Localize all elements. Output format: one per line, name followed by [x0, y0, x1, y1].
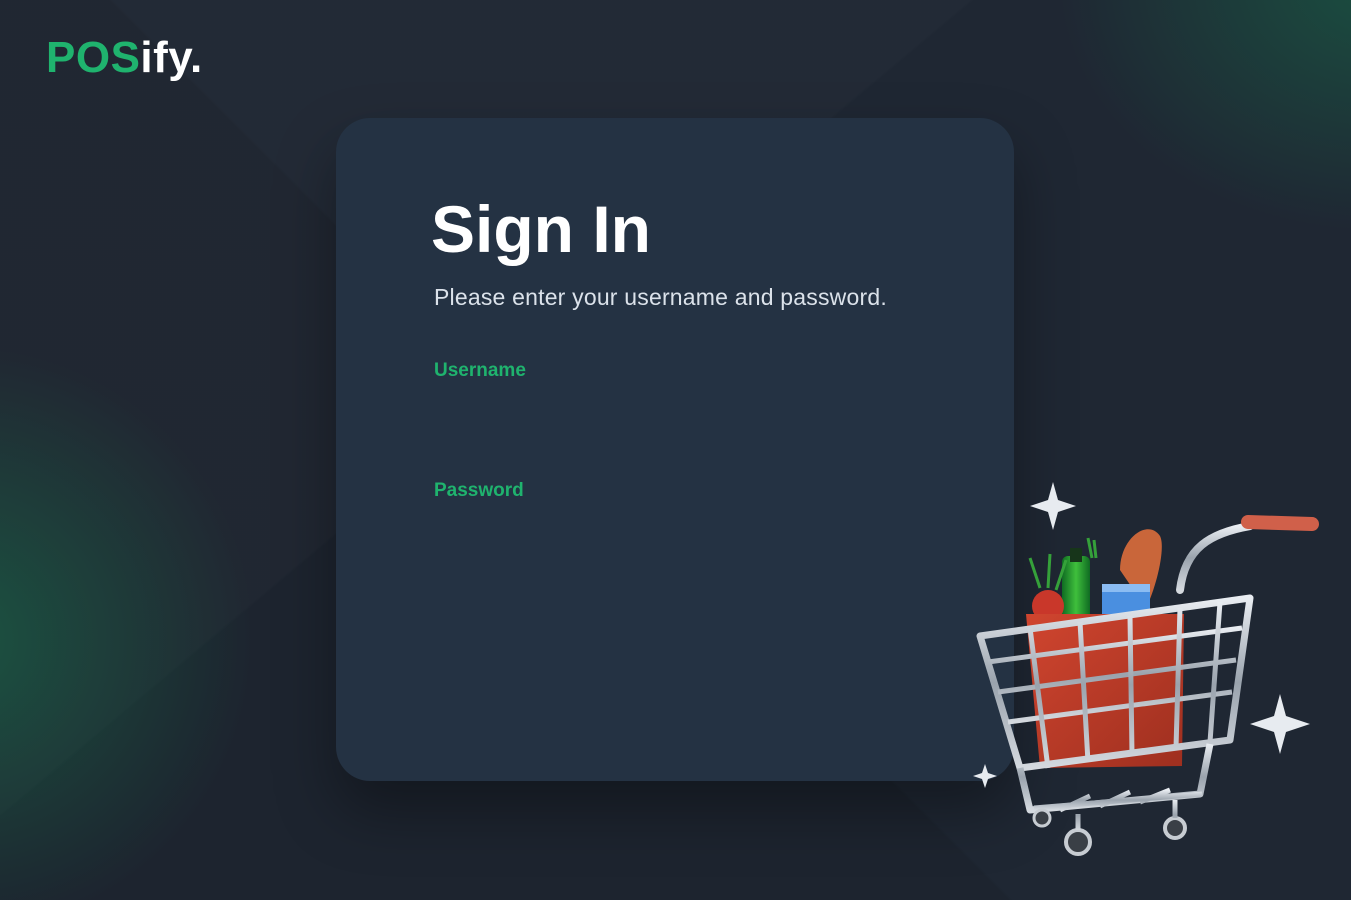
- logo-secondary-text: ify.: [140, 33, 203, 82]
- sparkle-icon: [1250, 694, 1310, 754]
- username-input[interactable]: [434, 390, 908, 436]
- password-label: Password: [434, 480, 524, 501]
- sparkle-icon: [1030, 482, 1076, 530]
- username-label: Username: [434, 360, 526, 381]
- sparkle-icon: [973, 764, 997, 788]
- signin-card: Sign In Please enter your username and p…: [336, 118, 1014, 781]
- page-title: Sign In: [431, 192, 651, 266]
- shopping-cart-icon: [973, 482, 1319, 856]
- app-logo: POSify.: [46, 36, 203, 80]
- password-input[interactable]: [434, 510, 908, 556]
- page-subtitle: Please enter your username and password.: [434, 284, 887, 310]
- logo-primary-text: POS: [46, 33, 141, 82]
